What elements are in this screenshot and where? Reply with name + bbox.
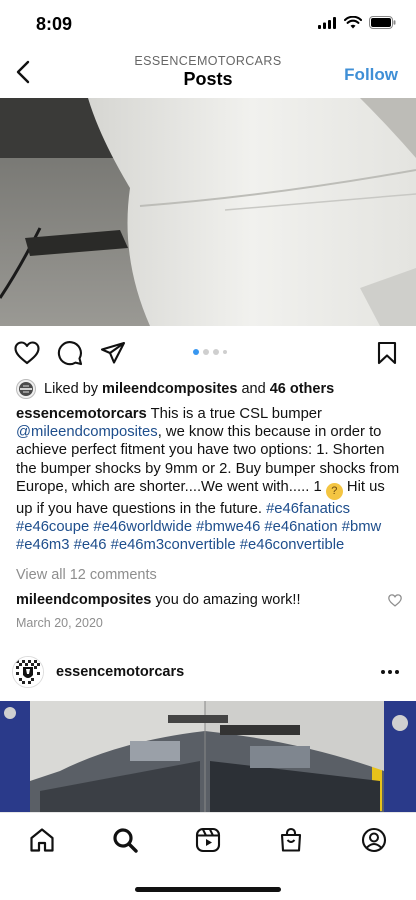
carousel-indicator	[193, 349, 227, 355]
page-header: ESSENCEMOTORCARS Posts Follow	[0, 48, 416, 98]
caption-text: This is a true CSL bumper	[146, 406, 322, 422]
comment-item: mileendcomposites you do amazing work!!	[16, 592, 402, 608]
like-button[interactable]	[12, 338, 42, 368]
share-button[interactable]	[98, 338, 128, 368]
nav-reels[interactable]	[193, 825, 223, 855]
battery-icon	[369, 16, 396, 29]
save-button[interactable]	[372, 338, 402, 368]
carousel-dot	[193, 349, 199, 355]
engine-bay-photo	[0, 701, 416, 812]
home-indicator[interactable]	[135, 887, 281, 892]
likes-summary[interactable]: Liked by mileendcomposites and 46 others	[16, 378, 404, 400]
caption-username[interactable]: essencemotorcars	[16, 406, 147, 422]
post-caption: essencemotorcars This is a true CSL bump…	[16, 405, 404, 554]
post-image[interactable]	[0, 98, 416, 326]
more-dot-icon	[381, 670, 385, 674]
status-time: 8:09	[36, 14, 73, 34]
comment-button[interactable]	[55, 338, 85, 368]
follow-button[interactable]: Follow	[344, 65, 398, 85]
caption-mention[interactable]: @mileendcomposites	[16, 424, 158, 440]
reels-icon	[195, 827, 221, 853]
avatar	[16, 379, 36, 399]
nav-shop[interactable]	[276, 825, 306, 855]
home-icon	[30, 828, 54, 852]
status-bar: 8:09	[0, 0, 416, 48]
avatar[interactable]	[12, 656, 44, 688]
comment-like-button[interactable]	[388, 594, 402, 612]
profile-icon	[361, 827, 387, 853]
post-date: March 20, 2020	[16, 616, 103, 630]
bottom-navigation	[0, 812, 416, 900]
liked-by-user[interactable]: mileendcomposites	[102, 381, 237, 397]
bumper-photo	[0, 98, 416, 326]
likes-prefix: Liked by	[44, 381, 99, 397]
nav-profile[interactable]	[359, 825, 389, 855]
next-post-image[interactable]	[0, 701, 416, 812]
nav-search[interactable]	[110, 825, 140, 855]
carousel-dot	[203, 349, 209, 355]
send-icon	[100, 341, 126, 364]
view-all-comments-link[interactable]: View all 12 comments	[16, 567, 157, 583]
search-icon	[113, 828, 138, 853]
comment-username[interactable]: mileendcomposites	[16, 592, 151, 608]
likes-and: and	[241, 381, 266, 397]
next-post-username[interactable]: essencemotorcars	[56, 664, 184, 680]
comment-text: you do amazing work!!	[151, 592, 301, 608]
nav-home[interactable]	[27, 825, 57, 855]
more-dot-icon	[388, 670, 392, 674]
composites-logo-icon	[19, 382, 33, 396]
comment-icon	[57, 341, 83, 366]
bookmark-icon	[377, 341, 397, 365]
post-actions	[0, 334, 416, 372]
carousel-dot	[223, 350, 227, 354]
likes-count[interactable]: 46 others	[270, 381, 334, 397]
shop-icon	[280, 827, 302, 852]
carousel-dot	[213, 349, 219, 355]
essence-logo-icon	[13, 657, 43, 687]
thinking-face-emoji-icon: ?	[325, 482, 343, 500]
more-dot-icon	[395, 670, 399, 674]
heart-icon	[388, 594, 402, 607]
signal-icon	[318, 16, 336, 29]
heart-icon	[14, 341, 40, 365]
status-icons	[318, 16, 396, 29]
wifi-icon	[344, 16, 362, 29]
next-post-header: essencemotorcars	[0, 652, 416, 694]
more-options-button[interactable]	[378, 662, 402, 682]
